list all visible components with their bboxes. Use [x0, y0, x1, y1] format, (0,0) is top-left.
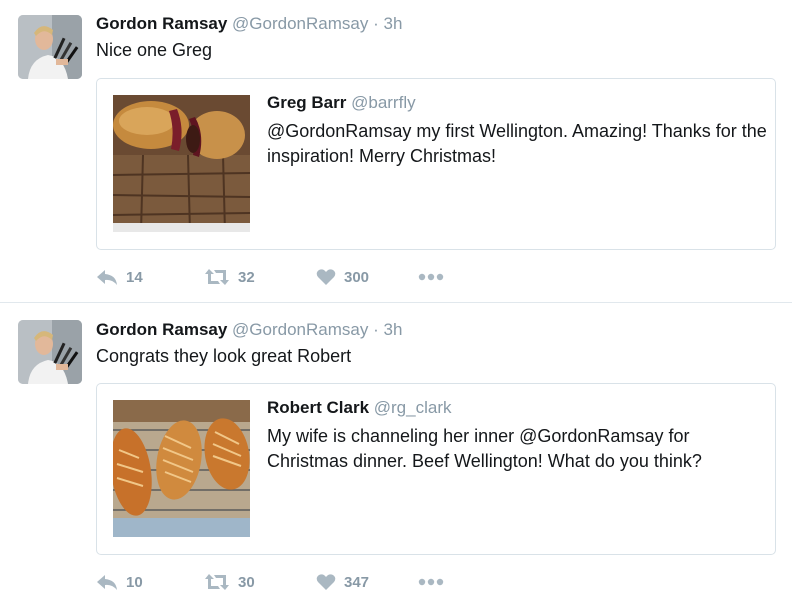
retweet-button[interactable]: 32 — [204, 265, 255, 289]
quoted-tweet-body: Greg Barr @barrfly @GordonRamsay my firs… — [267, 93, 767, 169]
heart-icon — [316, 269, 336, 285]
retweet-icon — [205, 574, 229, 590]
quoted-author-handle[interactable]: @barrfly — [351, 93, 416, 112]
tweet-text: Nice one Greg — [96, 40, 213, 60]
like-count: 300 — [344, 268, 370, 286]
wellington-photo-icon — [113, 400, 250, 537]
reply-icon — [97, 270, 117, 285]
avatar[interactable] — [18, 15, 82, 79]
tweet-header: Gordon Ramsay @GordonRamsay · 3h — [96, 320, 402, 340]
timestamp[interactable]: 3h — [384, 14, 403, 33]
chef-avatar-icon — [18, 15, 82, 79]
more-icon — [418, 578, 444, 586]
tweet-text: Congrats they look great Robert — [96, 346, 352, 366]
separator: · — [373, 320, 379, 339]
retweet-button[interactable]: 30 — [204, 570, 255, 594]
heart-icon — [316, 574, 336, 590]
reply-count: 14 — [126, 268, 143, 286]
avatar[interactable] — [18, 320, 82, 384]
author-handle[interactable]: @GordonRamsay — [232, 320, 368, 339]
quoted-tweet-card[interactable]: Greg Barr @barrfly @GordonRamsay my firs… — [96, 78, 776, 250]
like-button[interactable]: 300 — [316, 265, 369, 289]
author-name[interactable]: Gordon Ramsay — [96, 320, 227, 339]
chef-avatar-icon — [18, 320, 82, 384]
tweet[interactable]: Gordon Ramsay @GordonRamsay · 3h Nice on… — [0, 0, 792, 303]
quoted-tweet-header: Robert Clark @rg_clark — [267, 398, 767, 418]
author-name[interactable]: Gordon Ramsay — [96, 14, 227, 33]
quoted-tweet-image[interactable] — [113, 95, 250, 232]
more-button[interactable] — [418, 265, 444, 289]
retweet-count: 30 — [238, 573, 255, 591]
quoted-tweet-body: Robert Clark @rg_clark My wife is channe… — [267, 398, 767, 474]
quoted-author-name[interactable]: Greg Barr — [267, 93, 346, 112]
reply-icon — [97, 575, 117, 590]
timestamp[interactable]: 3h — [384, 320, 403, 339]
author-handle[interactable]: @GordonRamsay — [232, 14, 368, 33]
tweet[interactable]: Gordon Ramsay @GordonRamsay · 3h Congrat… — [0, 303, 792, 608]
reply-button[interactable]: 14 — [96, 265, 143, 289]
retweet-icon — [205, 269, 229, 285]
more-icon — [418, 273, 444, 281]
quoted-tweet-image[interactable] — [113, 400, 250, 537]
quoted-tweet-text: My wife is channeling her inner @GordonR… — [267, 426, 702, 471]
like-count: 347 — [344, 573, 370, 591]
reply-button[interactable]: 10 — [96, 570, 143, 594]
quoted-author-name[interactable]: Robert Clark — [267, 398, 369, 417]
reply-count: 10 — [126, 573, 143, 591]
wellington-photo-icon — [113, 95, 250, 232]
retweet-count: 32 — [238, 268, 255, 286]
quoted-tweet-header: Greg Barr @barrfly — [267, 93, 767, 113]
quoted-author-handle[interactable]: @rg_clark — [374, 398, 452, 417]
like-button[interactable]: 347 — [316, 570, 369, 594]
more-button[interactable] — [418, 570, 444, 594]
tweet-header: Gordon Ramsay @GordonRamsay · 3h — [96, 14, 402, 34]
separator: · — [373, 14, 379, 33]
quoted-tweet-text: @GordonRamsay my first Wellington. Amazi… — [267, 121, 767, 166]
quoted-tweet-card[interactable]: Robert Clark @rg_clark My wife is channe… — [96, 383, 776, 555]
